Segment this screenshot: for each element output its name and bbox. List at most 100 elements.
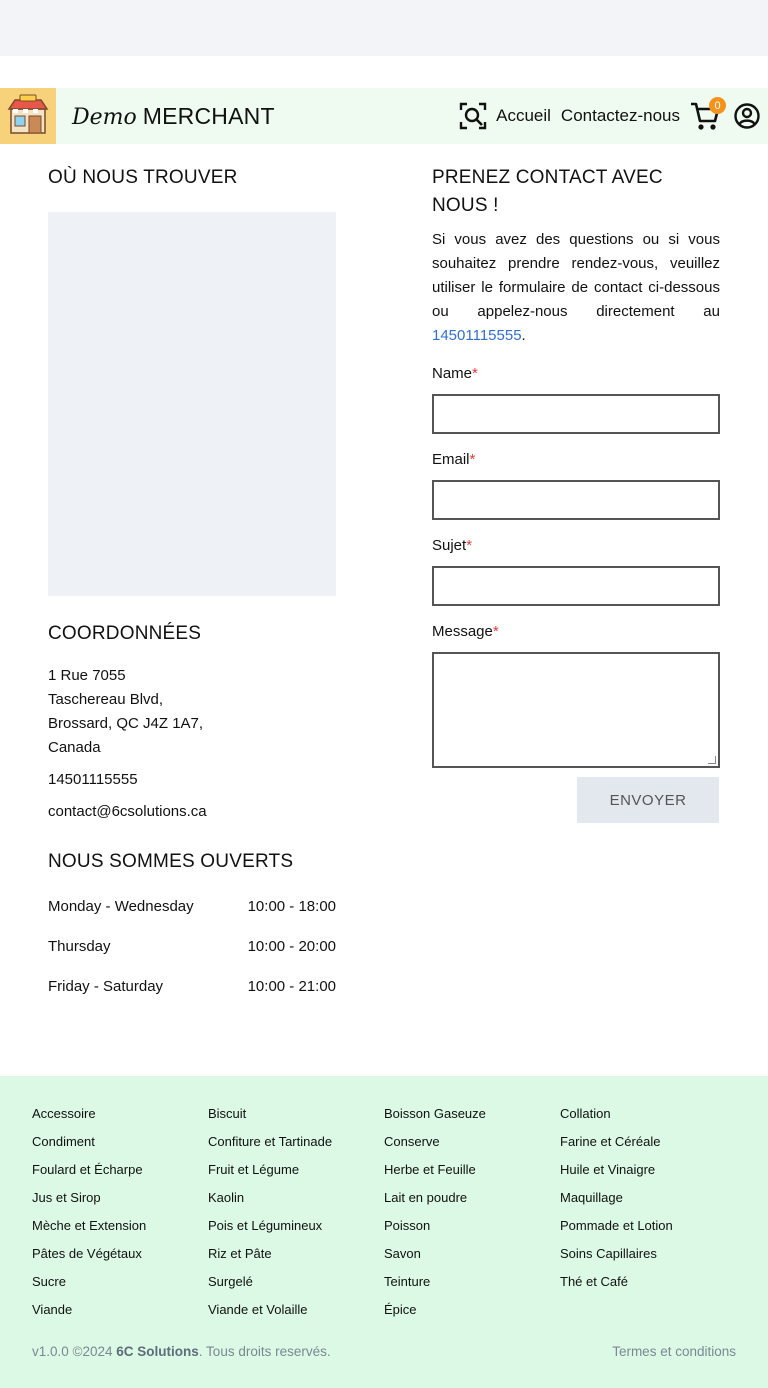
contact-intro: Si vous avez des questions ou si vous so…	[432, 228, 720, 348]
nav-menu: Accueil Contactez-nous 0	[458, 88, 768, 144]
subject-label-text: Sujet	[432, 537, 467, 554]
address-line: Brossard, QC J4Z 1A7,	[48, 715, 204, 732]
message-label-text: Message	[432, 623, 493, 640]
contact-form-column: PRENEZ CONTACT AVEC NOUS ! Si vous avez …	[432, 164, 720, 768]
contact-intro-text: Si vous avez des questions ou si vous so…	[432, 231, 720, 320]
hours-title: NOUS SOMMES OUVERTS	[48, 851, 294, 872]
footer-category-link[interactable]: Fruit et Légume	[208, 1156, 384, 1184]
footer-category-link[interactable]: Jus et Sirop	[32, 1184, 208, 1212]
location-title: OÙ NOUS TROUVER	[48, 167, 238, 188]
footer-categories: Accessoire Condiment Foulard et Écharpe …	[32, 1100, 736, 1324]
name-field[interactable]	[432, 394, 720, 434]
footer-category-link[interactable]: Conserve	[384, 1128, 560, 1156]
footer-category-link[interactable]: Condiment	[32, 1128, 208, 1156]
footer-category-link[interactable]: Kaolin	[208, 1184, 384, 1212]
footer-category-link[interactable]: Pommade et Lotion	[560, 1212, 736, 1240]
footer-category-link[interactable]: Biscuit	[208, 1100, 384, 1128]
footer-category-link[interactable]: Poisson	[384, 1212, 560, 1240]
footer-category-link[interactable]: Collation	[560, 1100, 736, 1128]
email-label-text: Email	[432, 451, 470, 468]
search-icon[interactable]	[458, 101, 488, 131]
map[interactable]	[48, 212, 336, 596]
send-button[interactable]: ENVOYER	[577, 777, 719, 823]
address-line: Canada	[48, 739, 101, 756]
required-mark: *	[469, 451, 476, 468]
email-label: Email*	[432, 450, 720, 470]
footer-category-link[interactable]: Riz et Pâte	[208, 1240, 384, 1268]
hours-days: Monday - Wednesday	[48, 898, 194, 915]
contact-title: PRENEZ CONTACT AVEC NOUS !	[432, 167, 663, 216]
hours-row: Friday - Saturday 10:00 - 21:00	[48, 976, 336, 1016]
address: 1 Rue 7055 Taschereau Blvd, Brossard, QC…	[48, 664, 336, 760]
footer-category-link[interactable]: Confiture et Tartinade	[208, 1128, 384, 1156]
footer-category-link[interactable]: Pâtes de Végétaux	[32, 1240, 208, 1268]
name-label: Name*	[432, 364, 720, 384]
copyright: v1.0.0 ©2024 6C Solutions. Tous droits r…	[32, 1344, 331, 1359]
cart-button[interactable]: 0	[688, 97, 726, 133]
phone-number[interactable]: 14501115555	[48, 768, 336, 792]
name-label-text: Name	[432, 365, 473, 382]
footer-category-link[interactable]: Soins Capillaires	[560, 1240, 736, 1268]
footer-category-link[interactable]: Mèche et Extension	[32, 1212, 208, 1240]
hours-time: 10:00 - 20:00	[247, 938, 336, 955]
required-mark: *	[466, 537, 473, 554]
navbar: Demo MERCHANT Accueil Contactez-nous 0	[0, 88, 768, 144]
message-textarea[interactable]	[432, 652, 720, 768]
email-field[interactable]	[432, 480, 720, 520]
nav-link-contact[interactable]: Contactez-nous	[561, 106, 680, 126]
required-mark: *	[472, 365, 478, 382]
footer-category-link[interactable]: Boisson Gaseuze	[384, 1100, 560, 1128]
address-line: Taschereau Blvd,	[48, 691, 164, 708]
resize-grip-icon[interactable]	[708, 756, 716, 764]
store-logo-icon[interactable]	[0, 88, 56, 144]
company-name[interactable]: 6C Solutions	[116, 1344, 199, 1359]
hours-days: Friday - Saturday	[48, 978, 164, 995]
nav-link-home[interactable]: Accueil	[496, 106, 551, 126]
version: v1.0.0 ©2024	[32, 1344, 113, 1359]
address-line: 1 Rue 7055	[48, 667, 126, 684]
message-label: Message*	[432, 622, 720, 642]
footer-category-link[interactable]: Foulard et Écharpe	[32, 1156, 208, 1184]
account-icon[interactable]	[732, 101, 762, 131]
footer-column: Boisson Gaseuze Conserve Herbe et Feuill…	[384, 1100, 560, 1324]
coordinates-title: COORDONNÉES	[48, 623, 202, 644]
footer-bottom: v1.0.0 ©2024 6C Solutions. Tous droits r…	[32, 1344, 736, 1359]
subject-label: Sujet*	[432, 536, 720, 556]
footer-column: Biscuit Confiture et Tartinade Fruit et …	[208, 1100, 384, 1324]
footer-category-link[interactable]: Huile et Vinaigre	[560, 1156, 736, 1184]
location-column: OÙ NOUS TROUVER COORDONNÉES 1 Rue 7055 T…	[48, 164, 336, 1016]
email-address[interactable]: contact@6csolutions.ca	[48, 800, 336, 824]
footer-category-link[interactable]: Thé et Café	[560, 1268, 736, 1296]
hours-row: Thursday 10:00 - 20:00	[48, 936, 336, 976]
rights: . Tous droits reservés.	[198, 1344, 331, 1359]
hours-time: 10:00 - 18:00	[247, 898, 336, 915]
footer-category-link[interactable]: Accessoire	[32, 1100, 208, 1128]
footer-category-link[interactable]: Farine et Céréale	[560, 1128, 736, 1156]
intro-end: .	[521, 327, 526, 344]
footer-category-link[interactable]: Viande et Volaille	[208, 1296, 384, 1324]
footer-category-link[interactable]: Maquillage	[560, 1184, 736, 1212]
footer-category-link[interactable]: Pois et Légumineux	[208, 1212, 384, 1240]
footer-category-link[interactable]: Savon	[384, 1240, 560, 1268]
brand-name: MERCHANT	[142, 102, 275, 129]
cart-count-badge: 0	[709, 97, 726, 114]
hours-table: Monday - Wednesday 10:00 - 18:00 Thursda…	[48, 896, 336, 1016]
terms-link[interactable]: Termes et conditions	[612, 1344, 736, 1359]
footer-category-link[interactable]: Épice	[384, 1296, 560, 1324]
footer-column: Collation Farine et Céréale Huile et Vin…	[560, 1100, 736, 1324]
hours-row: Monday - Wednesday 10:00 - 18:00	[48, 896, 336, 936]
footer-category-link[interactable]: Surgelé	[208, 1268, 384, 1296]
footer-category-link[interactable]: Herbe et Feuille	[384, 1156, 560, 1184]
footer: Accessoire Condiment Foulard et Écharpe …	[0, 1076, 768, 1388]
required-mark: *	[492, 623, 499, 640]
brand-script: Demo	[72, 104, 137, 130]
footer-category-link[interactable]: Viande	[32, 1296, 208, 1324]
footer-category-link[interactable]: Lait en poudre	[384, 1184, 560, 1212]
top-bar	[0, 0, 768, 56]
footer-column: Accessoire Condiment Foulard et Écharpe …	[32, 1100, 208, 1324]
footer-category-link[interactable]: Sucre	[32, 1268, 208, 1296]
footer-category-link[interactable]: Teinture	[384, 1268, 560, 1296]
brand-logo[interactable]: Demo MERCHANT	[72, 103, 275, 130]
subject-field[interactable]	[432, 566, 720, 606]
intro-phone-link[interactable]: 14501115555	[432, 327, 522, 344]
